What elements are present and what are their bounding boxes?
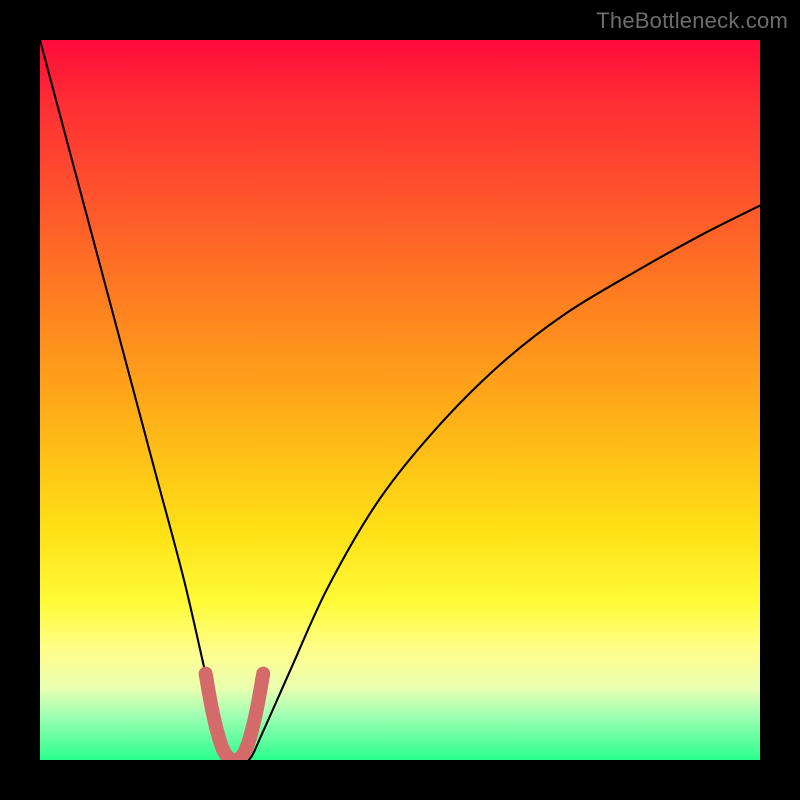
watermark-text: TheBottleneck.com (596, 8, 788, 34)
chart-stage: TheBottleneck.com (0, 0, 800, 800)
heat-gradient-background (40, 40, 760, 760)
plot-area (40, 40, 760, 760)
